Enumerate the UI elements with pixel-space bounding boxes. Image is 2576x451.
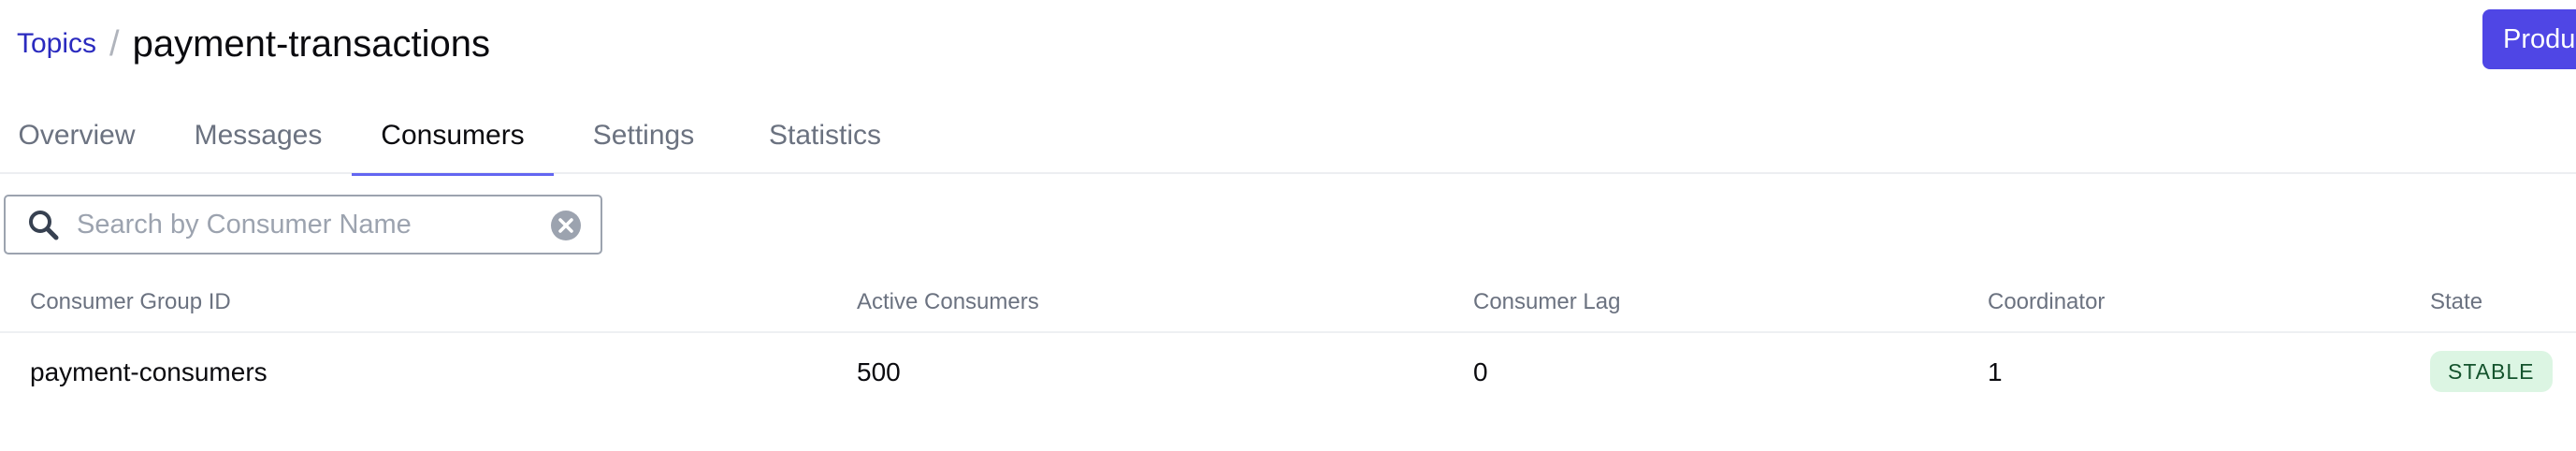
consumers-table: Consumer Group ID Active Consumers Consu… — [0, 271, 2576, 412]
search-box — [4, 195, 602, 255]
tab-settings[interactable]: Settings — [589, 103, 698, 174]
tab-messages[interactable]: Messages — [193, 103, 324, 174]
tab-overview[interactable]: Overview — [15, 103, 138, 174]
table-header: Consumer Group ID Active Consumers Consu… — [0, 271, 2576, 333]
column-header-coordinator[interactable]: Coordinator — [1988, 271, 2105, 333]
tab-consumers[interactable]: Consumers — [352, 103, 554, 176]
cell-coordinator: 1 — [1988, 357, 2003, 386]
cell-consumer-lag: 0 — [1473, 357, 1488, 386]
clear-search-icon[interactable] — [550, 210, 582, 241]
status-badge: STABLE — [2430, 351, 2553, 392]
produce-button[interactable]: Produce — [2482, 9, 2576, 69]
tab-bar: Overview Messages Consumers Settings Sta… — [0, 103, 2576, 176]
column-header-active-consumers[interactable]: Active Consumers — [857, 271, 1039, 333]
breadcrumb-separator: / — [109, 23, 120, 64]
search-input[interactable] — [75, 208, 546, 241]
tab-statistics[interactable]: Statistics — [763, 103, 887, 174]
column-header-group-id[interactable]: Consumer Group ID — [30, 271, 231, 333]
page-title: payment-transactions — [132, 22, 491, 65]
column-header-state[interactable]: State — [2430, 271, 2482, 333]
cell-active-consumers: 500 — [857, 357, 901, 386]
breadcrumb: Topics / payment-transactions — [17, 0, 490, 88]
column-header-consumer-lag[interactable]: Consumer Lag — [1473, 271, 1620, 333]
table-row[interactable]: payment-consumers 500 0 1 STABLE — [0, 333, 2576, 412]
breadcrumb-link-topics[interactable]: Topics — [17, 28, 96, 60]
search-icon — [26, 208, 60, 241]
cell-group-id[interactable]: payment-consumers — [30, 333, 268, 412]
topic-detail-page: Topics / payment-transactions Produce Ov… — [0, 0, 2576, 451]
